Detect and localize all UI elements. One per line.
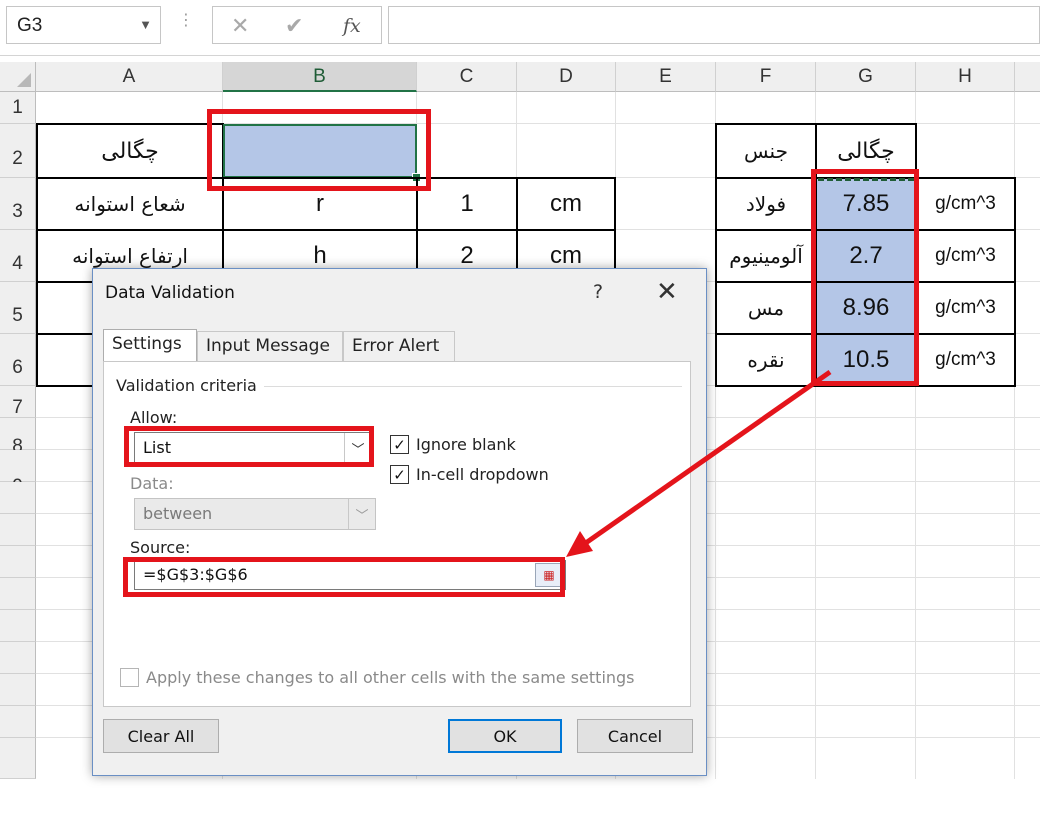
range-selector-icon[interactable]: ▦ [535, 563, 563, 587]
data-value: between [143, 504, 213, 523]
cell-h4[interactable]: g/cm^3 [915, 229, 1016, 283]
cancel-button[interactable]: Cancel [577, 719, 693, 753]
row-header-7[interactable]: 7 [0, 386, 36, 418]
chevron-down-icon: ﹀ [348, 499, 375, 529]
row-header-3[interactable]: 3 [0, 178, 36, 230]
cell-g3[interactable]: 7.85 [815, 177, 917, 231]
in-cell-dropdown-label[interactable]: In-cell dropdown [416, 465, 549, 484]
row-header-6[interactable]: 6 [0, 334, 36, 386]
column-header-h[interactable]: H [916, 62, 1015, 92]
help-button[interactable]: ? [593, 281, 603, 303]
name-box[interactable]: G3 ▼ [6, 6, 161, 44]
source-input[interactable]: =$G$3:$G$6 ▦ [134, 560, 566, 590]
cell-g6[interactable]: 10.5 [815, 333, 917, 387]
tab-error-alert[interactable]: Error Alert [343, 331, 455, 361]
row-header-8[interactable]: 8 [0, 418, 36, 457]
formula-bar: G3 ▼ ⋮ ✕ ✔ fx [0, 0, 1040, 56]
data-select: between ﹀ [134, 498, 376, 530]
cell-f5[interactable]: مس [715, 281, 817, 335]
settings-panel: Validation criteria Allow: List ﹀ ✓ Igno… [103, 361, 691, 707]
formula-input[interactable] [388, 6, 1040, 44]
row-header-14[interactable]: 14 [0, 610, 36, 680]
row-header-15[interactable]: 15 [0, 642, 36, 712]
name-box-dropdown-icon[interactable]: ▼ [139, 17, 152, 32]
cell-f4[interactable]: آلومینیوم [715, 229, 817, 283]
tab-input-message[interactable]: Input Message [197, 331, 343, 361]
allow-value: List [143, 438, 171, 457]
source-label: Source: [130, 538, 191, 557]
cell-f6[interactable]: نقره [715, 333, 817, 387]
cell-h5[interactable]: g/cm^3 [915, 281, 1016, 335]
row-header-10[interactable]: 10 [0, 482, 36, 537]
row-header-1[interactable]: 1 [0, 92, 36, 124]
ignore-blank-label[interactable]: Ignore blank [416, 435, 516, 454]
close-icon[interactable]: ✕ [656, 277, 678, 307]
cell-b3[interactable]: r [222, 177, 418, 231]
column-header-f[interactable]: F [716, 62, 816, 92]
row-header-13[interactable]: 13 [0, 578, 36, 648]
validation-criteria-label: Validation criteria [116, 376, 263, 395]
cell-a3[interactable]: شعاع استوانه [36, 177, 224, 231]
row-header-9[interactable]: 9 [0, 450, 36, 497]
cell-c3[interactable]: 1 [416, 177, 518, 231]
cell-b2-selected[interactable] [223, 124, 417, 178]
clear-all-button[interactable]: Clear All [103, 719, 219, 753]
source-value: =$G$3:$G$6 [143, 565, 248, 584]
cell-a2[interactable]: چگالی [36, 123, 224, 179]
column-header-a[interactable]: A [36, 62, 223, 92]
in-cell-dropdown-checkbox[interactable]: ✓ [390, 465, 409, 484]
cell-g5[interactable]: 8.96 [815, 281, 917, 335]
column-header-c[interactable]: C [417, 62, 517, 92]
name-box-value: G3 [17, 15, 43, 36]
copy-marquee [818, 178, 914, 181]
row-header-17[interactable]: 17 [0, 706, 36, 776]
ok-button[interactable]: OK [448, 719, 562, 753]
data-validation-dialog: Data Validation ? ✕ Settings Input Messa… [92, 268, 707, 776]
dialog-title: Data Validation [105, 283, 235, 303]
apply-all-label[interactable]: Apply these changes to all other cells w… [146, 668, 635, 687]
column-header-b[interactable]: B [223, 62, 417, 92]
row-header-12[interactable]: 12 [0, 546, 36, 616]
cell-d3[interactable]: cm [516, 177, 616, 231]
ignore-blank-checkbox[interactable]: ✓ [390, 435, 409, 454]
cell-f3[interactable]: فولاد [715, 177, 817, 231]
column-header-d[interactable]: D [517, 62, 616, 92]
cell-h3[interactable]: g/cm^3 [915, 177, 1016, 231]
chevron-down-icon[interactable]: ﹀ [344, 433, 371, 463]
formula-bar-grip-icon: ⋮ [178, 12, 194, 29]
data-label: Data: [130, 474, 174, 493]
column-header-i[interactable] [1015, 62, 1040, 92]
cell-f2[interactable]: جنس [715, 123, 817, 179]
cancel-formula-icon[interactable]: ✕ [231, 13, 249, 39]
column-header-g[interactable]: G [816, 62, 916, 92]
select-all-corner[interactable] [0, 62, 36, 92]
row-header-18[interactable] [0, 738, 36, 779]
allow-label: Allow: [130, 408, 178, 427]
row-header-11[interactable]: 11 [0, 514, 36, 576]
column-header-e[interactable]: E [616, 62, 716, 92]
apply-all-checkbox[interactable] [120, 668, 139, 687]
row-header-2[interactable]: 2 [0, 124, 36, 178]
allow-select[interactable]: List ﹀ [134, 432, 372, 464]
row-header-4[interactable]: 4 [0, 230, 36, 282]
cell-g4[interactable]: 2.7 [815, 229, 917, 283]
insert-function-icon[interactable]: fx [343, 15, 361, 37]
formula-buttons: ✕ ✔ fx [212, 6, 382, 44]
group-divider [264, 386, 682, 387]
tab-settings[interactable]: Settings [103, 329, 197, 361]
cell-g2[interactable]: چگالی [815, 123, 917, 179]
row-header-16[interactable]: 16 [0, 674, 36, 744]
row-header-5[interactable]: 5 [0, 282, 36, 334]
cell-h6[interactable]: g/cm^3 [915, 333, 1016, 387]
enter-formula-icon[interactable]: ✔ [285, 13, 303, 39]
